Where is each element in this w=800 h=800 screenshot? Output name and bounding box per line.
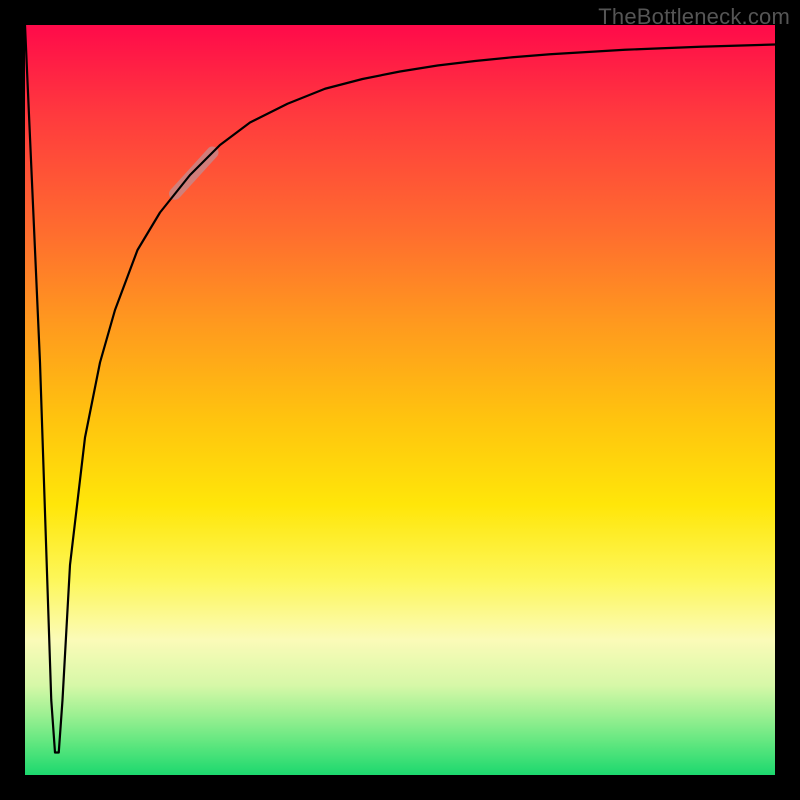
- chart-plot-area: [25, 25, 775, 775]
- watermark-text: TheBottleneck.com: [598, 4, 790, 30]
- bottleneck-curve: [25, 25, 775, 753]
- chart-svg: [25, 25, 775, 775]
